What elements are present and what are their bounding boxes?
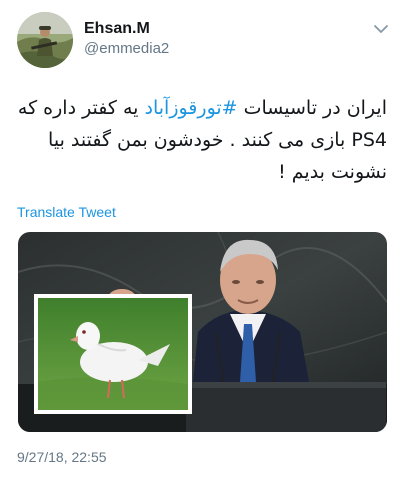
tweet-card: Ehsan.M @emmedia2 ایران در تاسیسات #تورق… (0, 0, 403, 480)
user-handle[interactable]: @emmedia2 (84, 40, 169, 57)
avatar-image (17, 12, 73, 68)
tweet-media-image[interactable] (18, 232, 387, 432)
photo-speaker-with-dove (18, 232, 387, 432)
translate-tweet-link[interactable]: Translate Tweet (17, 204, 116, 220)
tweet-text: ایران در تاسیسات #تورقوزآباد یه کفتر دار… (16, 92, 387, 188)
tweet-timestamp[interactable]: 9/27/18, 22:55 (17, 449, 107, 465)
tweet-text-line-3: نشونت بدیم ! (278, 161, 387, 183)
chevron-down-icon[interactable] (374, 24, 388, 34)
tweet-text-line-2: PS4 بازی می کنند . خودشون بمن گفتند بیا (48, 129, 387, 151)
tweet-text-line-1: ایران در تاسیسات #تورقوزآباد یه کفتر دار… (16, 92, 387, 124)
tweet-text-segment: ایران در تاسیسات (237, 97, 387, 119)
hashtag-link[interactable]: #تورقوزآباد (145, 97, 238, 119)
avatar[interactable] (17, 12, 73, 68)
tweet-text-segment: یه کفتر داره که (17, 97, 145, 119)
display-name[interactable]: Ehsan.M (84, 20, 150, 38)
